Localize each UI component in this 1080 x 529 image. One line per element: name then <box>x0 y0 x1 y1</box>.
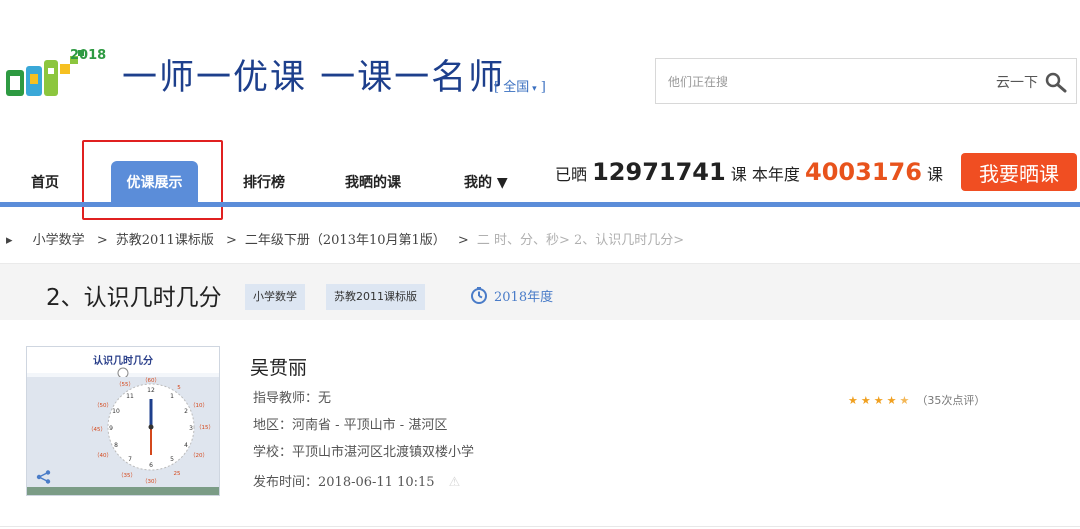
svg-text:（40）: （40） <box>94 452 112 459</box>
clock-icon <box>471 286 487 304</box>
search-box[interactable]: 云一下 <box>655 58 1077 104</box>
breadcrumb-item-edition[interactable]: 苏教2011课标版 <box>116 233 214 248</box>
advisor-info: 指导教师：无 <box>253 391 332 406</box>
nav-my-shared[interactable]: 我晒的课 <box>345 172 401 192</box>
school-info: 学校：平顶山市湛河区北渡镇双楼小学 <box>253 445 475 460</box>
nav-mine[interactable]: 我的 ▼ <box>464 172 508 192</box>
lesson-card: 认识几时几分 12 1 2 345 678 9 10 11 （55） （60） 5 （50）… <box>0 320 1080 526</box>
svg-text:（15）: （15） <box>196 424 214 431</box>
stats-year-total: 4003176 <box>805 158 922 186</box>
svg-text:（60）: （60） <box>142 377 160 384</box>
svg-text:12: 12 <box>147 387 155 394</box>
region-label: 全国 <box>503 80 530 95</box>
lesson-year: 2018年度 <box>470 286 553 305</box>
star-icon: ★ <box>873 393 884 407</box>
nav-underline-bar <box>0 202 1080 207</box>
site-slogan: 一师一优课 一课一名师 <box>122 58 506 98</box>
logo-year: 2018 <box>70 48 106 63</box>
breadcrumb: ▸ 小学数学 > 苏教2011课标版 > 二年级下册（2013年10月第1版） > 二… <box>6 233 685 248</box>
stats-unit: 课 <box>730 165 747 184</box>
svg-text:（30）: （30） <box>142 478 160 485</box>
svg-text:（45）: （45） <box>88 426 106 433</box>
svg-text:5: 5 <box>170 456 174 463</box>
annotation-highlight-box <box>82 140 223 220</box>
review-count[interactable]: （35次点评） <box>916 392 985 408</box>
breadcrumb-item-lesson[interactable]: 2、认识几时几分 <box>574 233 673 248</box>
publish-time: 发布时间：2018-06-11 10:15 ⚠ <box>253 475 461 490</box>
svg-text:（10）: （10） <box>190 402 208 409</box>
bracket-left: [ <box>494 80 504 95</box>
svg-text:8: 8 <box>114 442 118 449</box>
svg-text:6: 6 <box>149 462 153 469</box>
svg-text:7: 7 <box>128 456 132 463</box>
share-lesson-button[interactable]: 我要晒课 <box>961 153 1077 191</box>
logo[interactable]: 2018 <box>4 46 116 108</box>
svg-text:（50）: （50） <box>94 402 112 409</box>
stats-summary: 已晒 12971741 课 本年度 4003176 课 <box>555 158 943 186</box>
caret-down-icon: ▾ <box>529 84 537 94</box>
rating: ★ ★ ★ ★ ★ （35次点评） <box>848 392 985 408</box>
warning-icon: ⚠ <box>448 475 461 490</box>
stats-unit-2: 课 <box>927 165 944 184</box>
breadcrumb-item-subject[interactable]: 小学数学 <box>33 233 85 248</box>
svg-text:11: 11 <box>126 393 134 400</box>
tag-edition[interactable]: 苏教2011课标版 <box>326 284 425 310</box>
thumbnail-title: 认识几时几分 <box>93 354 153 367</box>
svg-text:（20）: （20） <box>190 452 208 459</box>
region-selector[interactable]: [ 全国 ▾ ] <box>494 76 546 95</box>
svg-text:（35）: （35） <box>118 472 136 479</box>
teacher-name[interactable]: 吴贯丽 <box>250 353 307 380</box>
bracket-right: ] <box>536 80 546 95</box>
svg-text:25: 25 <box>174 471 181 477</box>
stats-total: 12971741 <box>592 158 726 186</box>
search-button-label: 云一下 <box>996 75 1038 91</box>
divider <box>0 526 1080 527</box>
star-icon: ★ <box>886 393 897 407</box>
lesson-year-label: 2018年度 <box>494 290 554 305</box>
search-icon <box>1045 72 1067 93</box>
stats-year-label: 本年度 <box>751 165 800 184</box>
stats-prefix: 已晒 <box>555 165 588 184</box>
tag-subject[interactable]: 小学数学 <box>245 284 305 310</box>
breadcrumb-arrow-icon: ▸ <box>6 233 13 248</box>
svg-text:3: 3 <box>189 425 193 432</box>
region-info: 地区：河南省 - 平顶山市 - 湛河区 <box>253 418 448 433</box>
lesson-thumbnail[interactable]: 认识几时几分 12 1 2 345 678 9 10 11 （55） （60） 5 （50）… <box>26 346 220 496</box>
rating-stars: ★ ★ ★ ★ ★ <box>848 394 912 407</box>
svg-text:1: 1 <box>170 393 174 400</box>
lesson-title: 2、认识几时几分 <box>46 285 222 311</box>
svg-text:2: 2 <box>184 408 188 415</box>
nav-ranking[interactable]: 排行榜 <box>243 172 285 192</box>
star-icon: ★ <box>860 393 871 407</box>
breadcrumb-item-book[interactable]: 二年级下册（2013年10月第1版） <box>245 233 446 248</box>
nav-home[interactable]: 首页 <box>31 172 59 192</box>
search-input[interactable] <box>666 69 970 95</box>
svg-text:（55）: （55） <box>116 381 134 388</box>
svg-text:4: 4 <box>184 442 188 449</box>
star-icon: ★ <box>848 393 858 407</box>
svg-text:10: 10 <box>112 408 120 415</box>
search-button[interactable]: 云一下 <box>996 68 1068 96</box>
star-icon: ★ <box>899 393 910 407</box>
svg-text:9: 9 <box>109 425 113 432</box>
lesson-header: 2、认识几时几分 小学数学 苏教2011课标版 2018年度 <box>0 264 1080 320</box>
svg-text:5: 5 <box>177 385 181 391</box>
breadcrumb-item-unit[interactable]: 二 时、分、秒 <box>477 233 559 248</box>
